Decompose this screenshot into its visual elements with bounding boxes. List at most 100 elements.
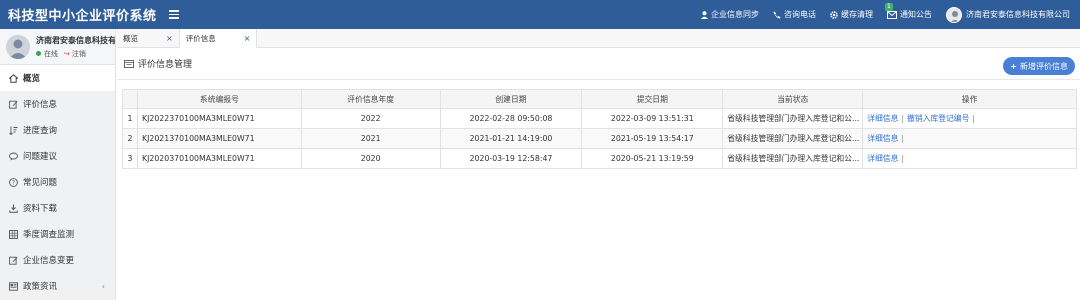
separator: | xyxy=(901,154,905,163)
system-code-cell: KJ2021370100MA3MLE0W71 xyxy=(136,128,302,149)
status-cell: 省级科技管理部门办理入库登记和公... xyxy=(722,148,864,169)
envelope-icon xyxy=(887,10,897,19)
tab-label: 评价信息 xyxy=(185,34,216,43)
sort-icon xyxy=(8,126,18,135)
sidebar-item-company-change[interactable]: 企业信息变更 xyxy=(0,247,115,273)
section-header: 评价信息管理 + 新增评价信息 xyxy=(117,48,1080,80)
created-date-cell: 2020-03-19 12:58:47 xyxy=(439,148,583,169)
sidebar-item-downloads[interactable]: 资料下载 xyxy=(0,195,115,221)
sidebar-item-label: 常见问题 xyxy=(23,178,58,188)
column-header[interactable]: 评价信息年度 xyxy=(300,89,441,109)
notice-link[interactable]: 1 通知公告 xyxy=(885,3,932,20)
logout-link[interactable]: 注销 xyxy=(72,49,86,59)
tab-evaluation[interactable]: 评价信息 × xyxy=(179,29,258,48)
chevron-left-icon: ‹ xyxy=(101,281,105,291)
operations-cell: 详细信息 | xyxy=(862,128,1077,149)
list-icon xyxy=(124,59,134,68)
sidebar-item-label: 季度调查监测 xyxy=(23,230,75,240)
detail-link[interactable]: 详细信息 xyxy=(867,154,898,163)
sidebar-item-overview[interactable]: 概览 xyxy=(0,65,115,91)
download-icon xyxy=(8,204,18,213)
sidebar-item-suggestions[interactable]: 问题建议 xyxy=(0,143,115,169)
submitted-date-cell: 2022-03-09 13:51:31 xyxy=(581,108,724,129)
year-cell: 2020 xyxy=(300,148,441,169)
sidebar: 济南君安泰信息科技有 在线 ↪ 注销 概览 评价信息 进度查询 问题建议 ? 常… xyxy=(0,29,116,300)
sidebar-item-label: 问题建议 xyxy=(23,152,58,162)
operations-cell: 详细信息 | xyxy=(862,148,1077,169)
sidebar-item-quarterly-survey[interactable]: 季度调查监测 xyxy=(0,221,115,247)
sidebar-item-faq[interactable]: ? 常见问题 xyxy=(0,169,115,195)
row-index: 3 xyxy=(122,148,138,169)
sidebar-item-label: 评价信息 xyxy=(23,100,58,110)
close-icon[interactable]: × xyxy=(244,34,251,43)
home-icon xyxy=(8,73,18,83)
close-icon[interactable]: × xyxy=(166,34,173,43)
sidebar-item-label: 概览 xyxy=(23,74,41,84)
sidebar-item-progress[interactable]: 进度查询 xyxy=(0,117,115,143)
separator: | xyxy=(901,134,905,143)
status-cell: 省级科技管理部门办理入库登记和公... xyxy=(722,128,864,149)
company-menu[interactable]: 济南君安泰信息科技有限公司 xyxy=(946,6,1070,23)
page-title: 评价信息管理 xyxy=(138,60,193,70)
sidebar-item-label: 进度查询 xyxy=(23,126,58,136)
column-header[interactable]: 创建日期 xyxy=(439,89,583,109)
clear-cache-label: 缓存清理 xyxy=(841,10,873,19)
main-content: 评价信息管理 + 新增评价信息 系统编报号 评价信息年度 创建日期 提交日期 当… xyxy=(117,48,1080,300)
created-date-cell: 2022-02-28 09:50:08 xyxy=(439,108,583,129)
column-header: 操作 xyxy=(862,89,1077,109)
separator: | xyxy=(972,114,976,123)
grid-icon xyxy=(8,229,18,239)
row-index: 2 xyxy=(122,128,138,149)
table-row: 2 KJ2021370100MA3MLE0W71 2021 2021-01-21… xyxy=(122,128,1077,149)
add-evaluation-button[interactable]: + 新增评价信息 xyxy=(1003,57,1075,75)
user-name: 济南君安泰信息科技有 xyxy=(36,35,115,45)
edit-icon xyxy=(8,100,18,109)
index-header xyxy=(122,89,138,109)
year-cell: 2022 xyxy=(300,108,441,129)
sidebar-item-policy-news[interactable]: 政策资讯 ‹ xyxy=(0,273,115,299)
consult-phone-label: 咨询电话 xyxy=(784,10,816,19)
column-header[interactable]: 系统编报号 xyxy=(136,89,302,109)
clear-cache-link[interactable]: 缓存清理 xyxy=(830,9,873,20)
table-row: 3 KJ2020370100MA3MLE0W71 2020 2020-03-19… xyxy=(122,148,1077,169)
sync-company-info-link[interactable]: 企业信息同步 xyxy=(701,9,759,20)
column-header[interactable]: 提交日期 xyxy=(581,89,724,109)
revoke-registration-link[interactable]: 撤销入库登记编号 xyxy=(907,114,969,123)
menu-toggle-icon[interactable] xyxy=(168,10,179,19)
user-panel: 济南君安泰信息科技有 在线 ↪ 注销 xyxy=(0,29,115,65)
table-header-row: 系统编报号 评价信息年度 创建日期 提交日期 当前状态 操作 xyxy=(122,89,1077,109)
column-header[interactable]: 当前状态 xyxy=(722,89,864,109)
online-status: 在线 xyxy=(44,49,58,58)
separator: | xyxy=(901,114,905,123)
edit-icon xyxy=(8,256,18,265)
gear-icon xyxy=(830,10,838,19)
sidebar-nav: 概览 评价信息 进度查询 问题建议 ? 常见问题 资料下载 季度调查监测 企业信 xyxy=(0,65,115,299)
svg-text:?: ? xyxy=(11,179,14,186)
detail-link[interactable]: 详细信息 xyxy=(867,134,898,143)
sidebar-item-evaluation[interactable]: 评价信息 xyxy=(0,91,115,117)
online-dot-icon xyxy=(36,51,41,56)
sidebar-item-label: 企业信息变更 xyxy=(23,256,75,266)
avatar xyxy=(946,6,962,23)
sidebar-item-label: 政策资讯 xyxy=(23,282,58,292)
consult-phone-link[interactable]: 咨询电话 xyxy=(773,9,816,20)
system-code-cell: KJ2020370100MA3MLE0W71 xyxy=(136,148,302,169)
user-icon xyxy=(701,10,708,19)
tab-label: 概览 xyxy=(123,34,138,43)
question-icon: ? xyxy=(8,177,18,187)
created-date-cell: 2021-01-21 14:19:00 xyxy=(439,128,583,149)
tab-overview[interactable]: 概览 × xyxy=(117,29,180,48)
year-cell: 2021 xyxy=(300,128,441,149)
top-header: 科技型中小企业评价系统 企业信息同步 咨询电话 缓存清理 1 通知公告 济南君安… xyxy=(0,0,1080,29)
sidebar-item-label: 资料下载 xyxy=(23,204,58,214)
evaluation-table: 系统编报号 评价信息年度 创建日期 提交日期 当前状态 操作 1 KJ20223… xyxy=(122,89,1077,169)
top-nav: 企业信息同步 咨询电话 缓存清理 1 通知公告 济南君安泰信息科技有限公司 xyxy=(687,0,1080,29)
user-avatar xyxy=(6,34,30,59)
row-index: 1 xyxy=(122,108,138,129)
news-icon xyxy=(8,281,18,291)
company-name: 济南君安泰信息科技有限公司 xyxy=(966,10,1070,19)
phone-icon xyxy=(773,11,781,19)
notice-count-badge: 1 xyxy=(885,3,893,11)
detail-link[interactable]: 详细信息 xyxy=(867,114,898,123)
logout-icon[interactable]: ↪ xyxy=(64,50,70,58)
